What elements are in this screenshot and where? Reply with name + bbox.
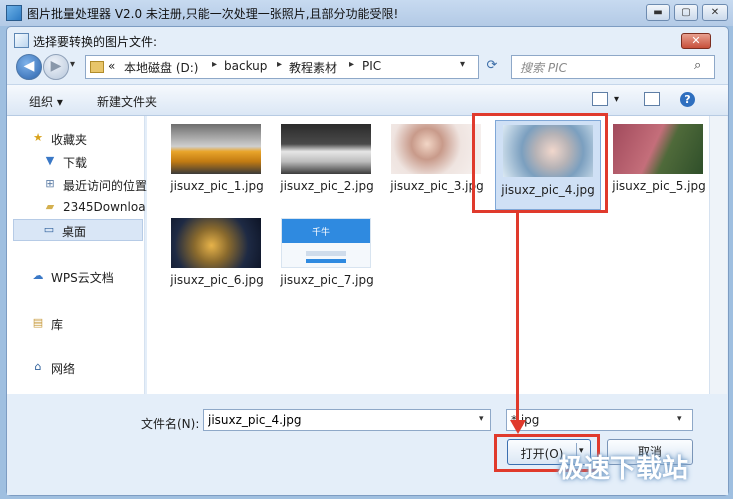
file-item[interactable]: jisuxz_pic_5.jpg [609,120,709,200]
dialog-close-button[interactable]: ✕ [681,33,711,49]
file-item[interactable]: jisuxz_pic_1.jpg [167,120,267,200]
app-titlebar: 图片批量处理器 V2.0 未注册,只能一次处理一张照片,且部分功能受限! ▬ ▢… [0,0,733,26]
sidebar-item-label: 桌面 [62,225,87,239]
command-toolbar: 组织 ▾ 新建文件夹 ▾ ? [7,84,728,116]
thumbnail-image [613,124,703,174]
preview-pane-icon[interactable] [644,92,660,106]
thumbnail-line [306,251,346,256]
thumbnail-image: 千牛 [281,218,371,268]
maximize-button[interactable]: ▢ [674,4,698,21]
thumbnail-image [281,124,371,174]
breadcrumb-tutorial[interactable]: 教程素材 [289,59,337,76]
file-item[interactable]: jisuxz_pic_2.jpg [277,120,377,200]
sidebar-item-libraries[interactable]: ▤ 库 [7,313,144,333]
annotation-arrow-line [516,213,519,423]
sidebar-item-recent-places[interactable]: ⊞ 最近访问的位置 [7,174,148,194]
thumbnail-image [391,124,481,174]
dialog-titlebar: 选择要转换的图片文件: ✕ [7,27,728,53]
sidebar-item-label: 收藏夹 [51,133,88,147]
sidebar-item-label: 网络 [51,362,76,376]
address-dropdown-icon[interactable]: ▾ [460,59,465,70]
refresh-button[interactable]: ⟳ [481,56,503,76]
filename-input[interactable] [203,409,491,431]
file-name: jisuxz_pic_2.jpg [280,179,374,193]
dialog-icon [14,33,29,48]
cloud-icon: ☁ [32,269,44,282]
sidebar-item-label: 库 [51,318,64,332]
breadcrumb-overflow[interactable]: « [108,59,115,73]
thumbnail-brand-text: 千牛 [312,228,331,238]
recent-locations-dropdown[interactable]: ▾ [70,59,75,70]
library-icon: ▤ [32,316,44,329]
folder-icon [90,61,104,73]
breadcrumb-backup[interactable]: backup [224,59,267,73]
filename-label: 文件名(N): [141,417,200,431]
thumbnail-image [171,218,261,268]
sidebar-item-wps-cloud[interactable]: ☁ WPS云文档 [7,266,144,286]
recent-places-icon: ⊞ [45,177,55,190]
desktop-icon: ▭ [43,223,55,236]
address-bar[interactable]: « 本地磁盘 (D:) ▸ backup ▸ 教程素材 ▸ PIC ▾ [85,55,479,79]
thumbnail-line [306,259,346,263]
filename-dropdown-icon[interactable]: ▾ [479,414,484,424]
sidebar-item-label: 下载 [63,156,88,170]
file-name: jisuxz_pic_6.jpg [170,273,264,287]
chevron-right-icon[interactable]: ▸ [212,59,217,70]
chevron-right-icon[interactable]: ▸ [277,59,282,70]
app-icon [6,5,22,21]
sidebar-item-label: 2345Downloa [63,200,146,214]
app-close-button[interactable]: ✕ [702,4,728,21]
folder-icon: ▰ [45,200,55,213]
view-dropdown-icon[interactable]: ▾ [614,94,619,105]
file-list-pane: jisuxz_pic_1.jpg jisuxz_pic_2.jpg jisuxz… [147,116,718,394]
back-button[interactable]: ◀ [16,54,42,80]
chevron-right-icon[interactable]: ▸ [349,59,354,70]
sidebar-item-favorites[interactable]: ★ 收藏夹 [7,128,144,148]
app-title: 图片批量处理器 V2.0 未注册,只能一次处理一张照片,且部分功能受限! [27,7,399,21]
star-icon: ★ [33,131,43,144]
new-folder-button[interactable]: 新建文件夹 [97,93,157,110]
file-item[interactable]: 千牛 jisuxz_pic_7.jpg [277,214,377,294]
dialog-title: 选择要转换的图片文件: [33,35,158,49]
file-type-select[interactable]: *.jpg ▾ [506,409,693,431]
download-folder-icon: ▼ [45,154,55,167]
chevron-down-icon[interactable]: ▾ [677,414,682,424]
search-input[interactable]: 搜索 PIC ⌕ [511,55,715,79]
network-icon: ⌂ [34,360,42,373]
breadcrumb-drive[interactable]: 本地磁盘 (D:) [124,59,198,76]
open-file-dialog: 选择要转换的图片文件: ✕ ◀ ▶ ▾ « 本地磁盘 (D:) ▸ backup… [6,26,729,496]
file-name: jisuxz_pic_7.jpg [280,273,374,287]
view-mode-icon[interactable] [592,92,608,106]
sidebar-item-desktop[interactable]: ▭ 桌面 [13,219,143,241]
search-placeholder: 搜索 PIC [520,61,567,75]
sidebar-item-network[interactable]: ⌂ 网络 [7,357,144,377]
breadcrumb-pic[interactable]: PIC [362,59,381,73]
navigation-pane: ★ 收藏夹 ▼ 下载 ⊞ 最近访问的位置 ▰ 2345Downloa ▭ 桌面 … [7,116,148,394]
annotation-arrow-head [510,420,526,434]
thumbnail-image [171,124,261,174]
sidebar-item-label: 最近访问的位置 [63,179,148,193]
help-icon[interactable]: ? [680,92,695,107]
sidebar-item-2345downloads[interactable]: ▰ 2345Downloa [7,197,146,217]
sidebar-item-label: WPS云文档 [51,271,114,285]
watermark-text: 极速下载站 [558,454,689,484]
minimize-button[interactable]: ▬ [646,4,670,21]
file-name: jisuxz_pic_1.jpg [170,179,264,193]
forward-button[interactable]: ▶ [43,54,69,80]
vertical-scrollbar[interactable] [709,116,727,394]
search-icon[interactable]: ⌕ [694,58,701,73]
organize-menu[interactable]: 组织 ▾ [29,93,63,110]
file-item[interactable]: jisuxz_pic_6.jpg [167,214,267,294]
highlight-box-selected-file [472,113,608,213]
file-name: jisuxz_pic_5.jpg [612,179,706,193]
sidebar-item-downloads[interactable]: ▼ 下载 [7,151,144,171]
